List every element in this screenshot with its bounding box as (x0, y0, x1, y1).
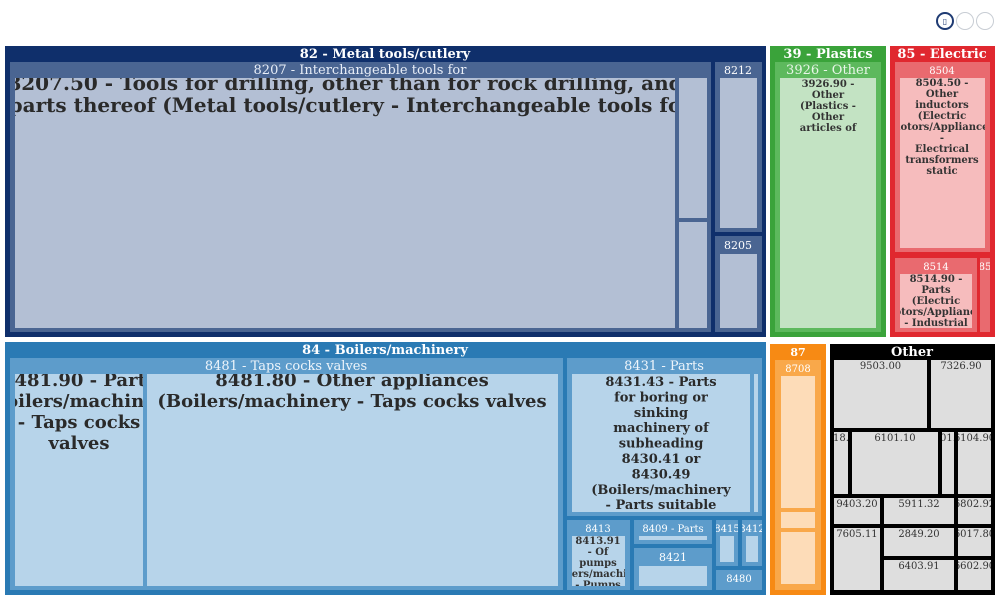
node-8205-label: 8205 (724, 239, 752, 252)
node-8514-label: 8514 (923, 262, 948, 273)
node-8481-label: 8481 - Taps cocks valves (205, 359, 367, 374)
leaf-8212[interactable] (720, 78, 757, 228)
group-84-label: 84 - Boilers/machinery (302, 343, 468, 358)
node-8431-label: 8431 - Parts (624, 359, 704, 374)
leaf-8708-c[interactable] (781, 532, 815, 584)
leaf-other-6403-91-label: 6403.91 (898, 561, 939, 572)
leaf-8412[interactable] (746, 536, 758, 562)
leaf-8421[interactable] (639, 566, 707, 586)
leaf-other-9503-00-label: 9503.00 (860, 361, 901, 372)
leaf-8409[interactable] (639, 536, 707, 540)
node-85-small-label: 85 (979, 262, 992, 273)
leaf-other-9403-20-label: 9403.20 (836, 499, 877, 510)
node-8412-label: 8412 (739, 524, 764, 535)
treemap-chart: 82 - Metal tools/cutlery8207 - Interchan… (5, 46, 995, 595)
node-8409-label: 8409 - Parts (642, 524, 703, 535)
node-3926-label: 3926 - Other (786, 63, 871, 78)
leaf-8207-a[interactable] (679, 78, 707, 218)
leaf-other-6602-90-label: 6602.90 (954, 561, 995, 572)
leaf-other-6017-80-label: 6017.80 (954, 529, 995, 540)
leaf-8708-a[interactable] (781, 376, 815, 508)
group-39-label: 39 - Plastics (783, 47, 872, 62)
leaf-8415[interactable] (720, 536, 734, 562)
node-8415-label: 8415 (714, 524, 739, 535)
leaf-other-6802-92-label: 6802.92 (954, 499, 995, 510)
node-8413-label: 8413 (585, 524, 610, 535)
group-82-label: 82 - Metal tools/cutlery (300, 47, 471, 62)
leaf-8481-80-label: 8481.80 - Other appliances (Boilers/machi… (157, 370, 546, 412)
leaf-other-7326-90-label: 7326.90 (940, 361, 981, 372)
group-other-label: Other (891, 345, 933, 360)
leaf-other-6104-90-label: 6104.90 (954, 433, 995, 444)
leaf-8205[interactable] (720, 254, 757, 328)
leaf-other-5911-32-label: 5911.32 (898, 499, 939, 510)
leaf-8708-b[interactable] (781, 512, 815, 528)
leaf-other-7605-11-label: 7605.11 (836, 529, 877, 540)
group-85-label: 85 - Electric (897, 47, 986, 62)
node-8207-label: 8207 - Interchangeable tools for (254, 63, 468, 78)
node-8480-label: 8480 (726, 574, 751, 585)
leaf-other-6101-10-label: 6101.10 (874, 433, 915, 444)
node-8504-label: 8504 (929, 66, 954, 77)
group-87-label: 87 (790, 346, 805, 359)
leaf-8207-b[interactable] (679, 222, 707, 328)
node-8212-label: 8212 (724, 64, 752, 77)
node-8421-label: 8421 (659, 551, 687, 564)
leaf-3926-90-label: 3926.90 -Other (Plastics -Other articles o… (800, 79, 857, 134)
leaf-8431-b[interactable] (754, 374, 758, 512)
leaf-other-2849-20-label: 2849.20 (898, 529, 939, 540)
node-8708-label: 8708 (785, 364, 810, 375)
